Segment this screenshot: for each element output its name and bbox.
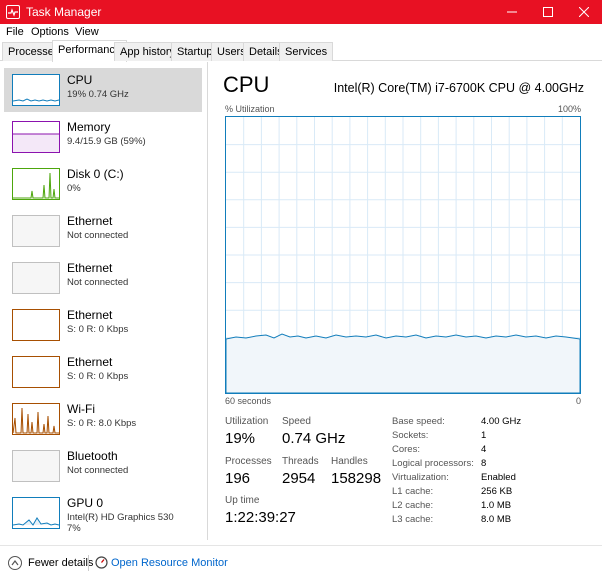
sidebar-item-label: Ethernet [67,355,113,369]
processes-value: 196 [225,470,251,487]
wifi-thumbnail-graph [12,403,60,435]
sidebar-item-label: Bluetooth [67,449,118,463]
cores-label: Cores: [392,444,420,455]
sidebar-item-sub: S: 0 R: 8.0 Kbps [67,418,137,429]
open-resource-monitor-link[interactable]: Open Resource Monitor [111,557,228,569]
maximize-icon[interactable] [530,0,566,24]
tab-services[interactable]: Services [279,42,334,61]
sidebar-item-sub: 9.4/15.9 GB (59%) [67,136,146,147]
graph-x-min: 0 [575,396,581,406]
sidebar-item-sub2: 7% [67,523,81,534]
cpu-detail-panel: CPU Intel(R) Core(TM) i7-6700K CPU @ 4.0… [209,62,602,540]
sidebar-item-sub: 19% 0.74 GHz [67,89,129,100]
logical-processors-label: Logical processors: [392,458,474,469]
menu-options[interactable]: Options [31,26,69,38]
footer-divider [88,555,89,571]
sidebar-item-label: Ethernet [67,261,113,275]
sidebar-item-label: Ethernet [67,308,113,322]
l3-cache-label: L3 cache: [392,514,434,525]
l1-cache-value: 256 KB [481,486,513,497]
chevron-up-icon[interactable] [8,556,22,570]
menu-view[interactable]: View [75,26,99,38]
processes-label: Processes [225,456,272,467]
sidebar-item-memory[interactable]: Memory 9.4/15.9 GB (59%) [4,115,202,159]
sidebar-item-sub: Not connected [67,277,129,288]
cpu-utilization-graph [225,116,581,394]
sidebar-item-label: Disk 0 (C:) [67,167,124,181]
cpu-model-name: Intel(R) Core(TM) i7-6700K CPU @ 4.00GHz [333,81,584,95]
cpu-graph-svg [226,117,580,393]
task-manager-app-icon [6,5,20,19]
close-icon[interactable] [566,0,602,24]
l2-cache-label: L2 cache: [392,500,434,511]
sidebar-item-ethernet-1[interactable]: Ethernet Not connected [4,209,202,253]
graph-y-label: % Utilization [225,104,275,114]
sidebar-item-ethernet-2[interactable]: Ethernet Not connected [4,256,202,300]
handles-value: 158298 [331,470,382,487]
graph-x-label: 60 seconds [225,396,272,406]
sidebar-item-disk[interactable]: Disk 0 (C:) 0% [4,162,202,206]
l1-cache-label: L1 cache: [392,486,434,497]
sidebar-item-label: Wi-Fi [67,402,95,416]
base-speed-label: Base speed: [392,416,445,427]
threads-value: 2954 [282,470,316,487]
ethernet-thumbnail-graph [12,309,60,341]
virtualization-label: Virtualization: [392,472,449,483]
speed-label: Speed [282,416,311,427]
logical-processors-value: 8 [481,458,487,469]
sidebar-item-ethernet-3[interactable]: Ethernet S: 0 R: 0 Kbps [4,303,202,347]
window-title: Task Manager [26,5,102,19]
menu-bar: File Options View [0,24,602,40]
sidebar-item-gpu[interactable]: GPU 0 Intel(R) HD Graphics 530 7% [4,491,202,535]
sockets-value: 1 [481,430,487,441]
memory-thumbnail-graph [12,121,60,153]
ethernet-thumbnail-graph [12,215,60,247]
resource-monitor-icon[interactable] [95,556,108,569]
sockets-label: Sockets: [392,430,429,441]
gpu-thumbnail-graph [12,497,60,529]
sidebar-item-wifi[interactable]: Wi-Fi S: 0 R: 8.0 Kbps [4,397,202,441]
sidebar-item-label: Memory [67,120,111,134]
fewer-details-button[interactable]: Fewer details [28,557,93,569]
sidebar-item-sub: Not connected [67,465,129,476]
sidebar-item-sub: S: 0 R: 0 Kbps [67,371,129,382]
menu-file[interactable]: File [6,26,24,38]
utilization-value: 19% [225,430,256,447]
uptime-label: Up time [225,495,260,506]
ethernet-thumbnail-graph [12,262,60,294]
sidebar-item-sub: Not connected [67,230,129,241]
bluetooth-thumbnail-graph [12,450,60,482]
l3-cache-value: 8.0 MB [481,514,512,525]
threads-label: Threads [282,456,319,467]
sidebar-item-label: Ethernet [67,214,113,228]
sidebar-item-label: CPU [67,73,93,87]
sidebar-item-sub: Intel(R) HD Graphics 530 [67,512,174,523]
page-title: CPU [223,72,270,97]
virtualization-value: Enabled [481,472,516,483]
sidebar-item-bluetooth[interactable]: Bluetooth Not connected [4,444,202,488]
resource-sidebar: CPU 19% 0.74 GHz Memory 9.4/15.9 GB (59%… [0,62,208,540]
speed-value: 0.74 GHz [282,430,346,447]
sidebar-item-label: GPU 0 [67,496,104,510]
graph-y-max: 100% [557,104,581,114]
ethernet-thumbnail-graph [12,356,60,388]
base-speed-value: 4.00 GHz [481,416,522,427]
l2-cache-value: 1.0 MB [481,500,512,511]
handles-label: Handles [331,456,368,467]
tab-strip: Processes Performance App history Startu… [0,40,602,62]
sidebar-item-ethernet-4[interactable]: Ethernet S: 0 R: 0 Kbps [4,350,202,394]
cpu-thumbnail-graph [12,74,60,106]
cores-value: 4 [481,444,487,455]
cpu-usage-area [226,333,580,393]
uptime-value: 1:22:39:27 [225,509,296,526]
footer-bar: Fewer details Open Resource Monitor [0,545,602,582]
title-bar: Task Manager [0,0,602,24]
sidebar-item-sub: 0% [67,183,81,194]
sidebar-item-sub: S: 0 R: 0 Kbps [67,324,129,335]
sidebar-item-cpu[interactable]: CPU 19% 0.74 GHz [4,68,202,112]
utilization-label: Utilization [225,416,269,427]
disk-thumbnail-graph [12,168,60,200]
minimize-icon[interactable] [494,0,530,24]
